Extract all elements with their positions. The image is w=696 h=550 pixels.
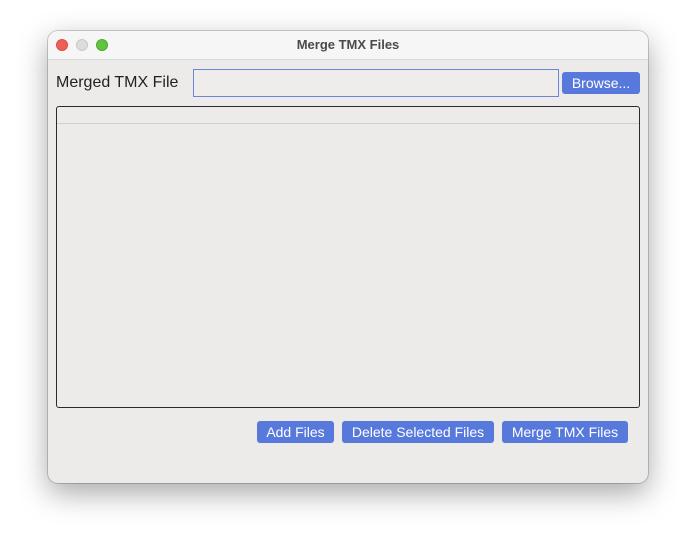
merge-tmx-files-button[interactable]: Merge TMX Files <box>502 421 628 443</box>
delete-selected-files-button[interactable]: Delete Selected Files <box>342 421 494 443</box>
merge-tmx-window: Merge TMX Files Merged TMX File Browse..… <box>48 31 648 483</box>
file-list-header <box>57 107 639 124</box>
window-title: Merge TMX Files <box>296 37 400 52</box>
merged-file-input[interactable] <box>193 69 559 97</box>
add-files-button[interactable]: Add Files <box>257 421 334 443</box>
merged-file-label: Merged TMX File <box>56 74 179 91</box>
browse-button[interactable]: Browse... <box>562 72 640 94</box>
file-list-table[interactable] <box>56 106 640 408</box>
title-bar[interactable]: Merge TMX Files <box>48 31 648 60</box>
